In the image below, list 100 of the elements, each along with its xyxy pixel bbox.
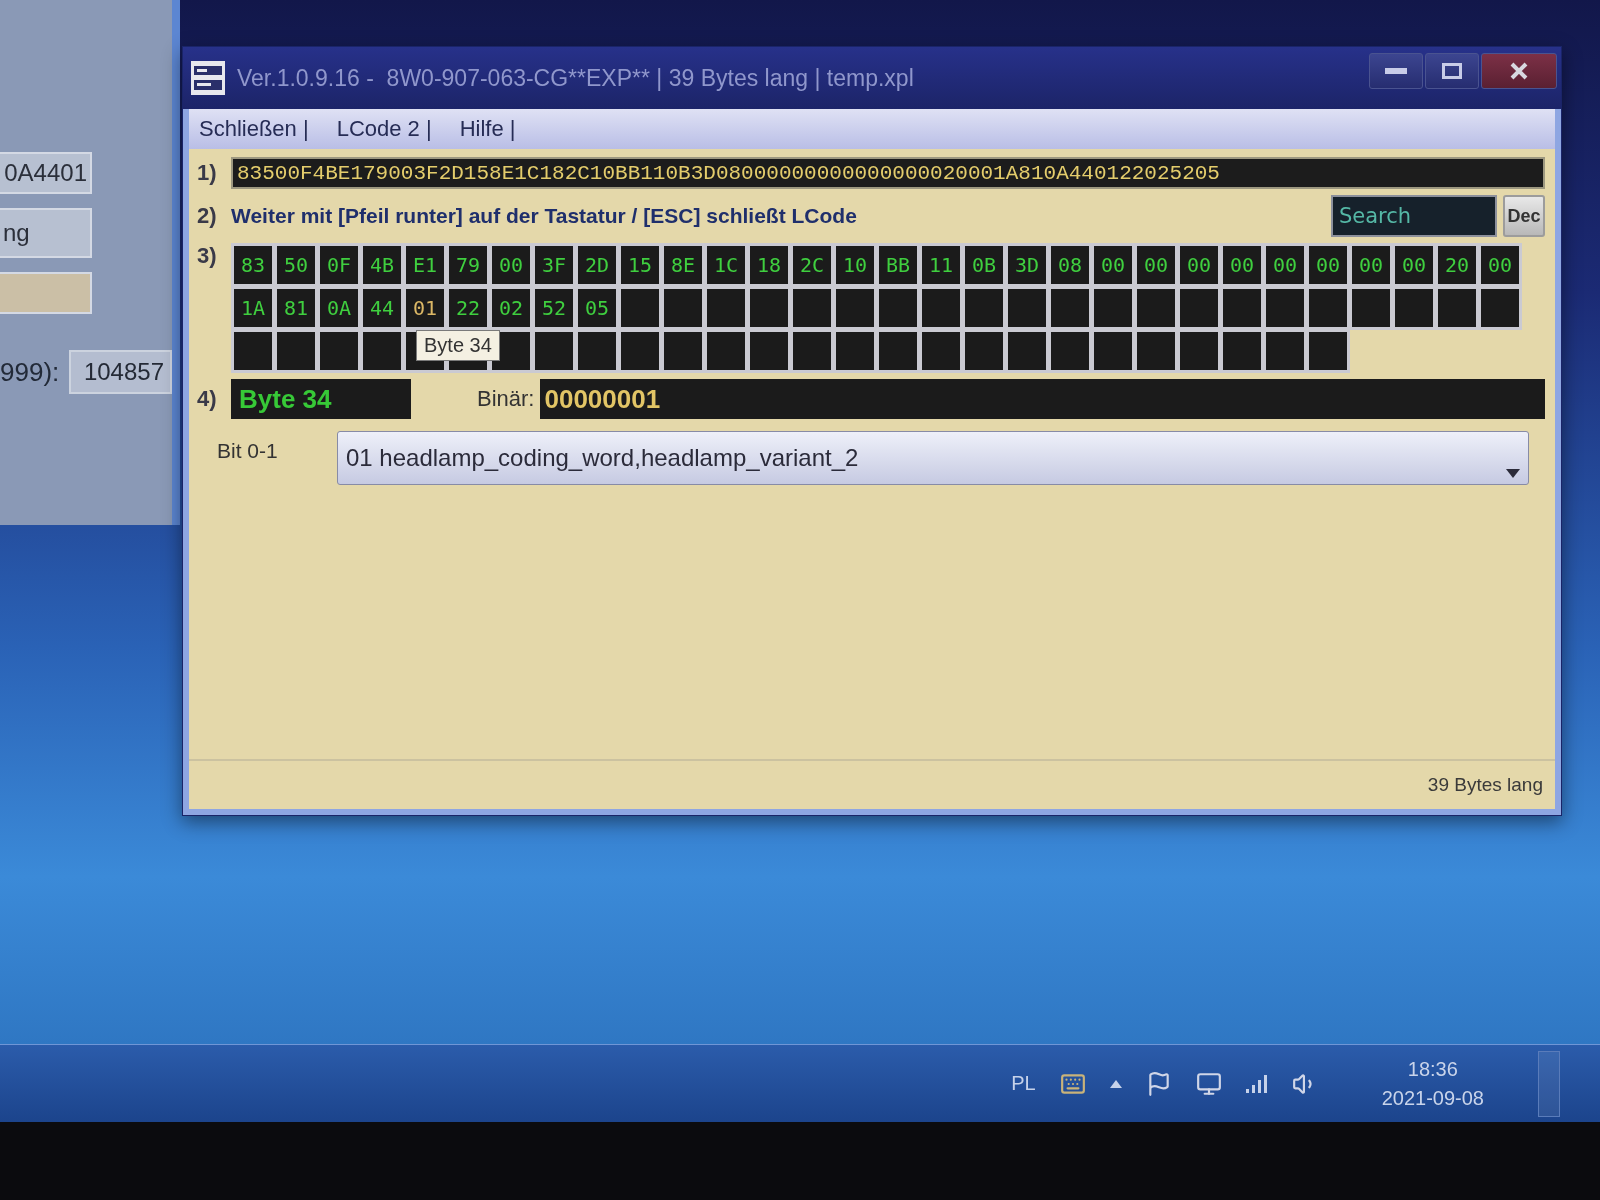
byte-cell[interactable]: 15 — [621, 246, 659, 284]
byte-cell[interactable]: 00 — [492, 246, 530, 284]
text-field[interactable]: ng — [0, 208, 92, 258]
empty-byte-cell[interactable] — [277, 332, 315, 370]
empty-byte-cell[interactable] — [363, 332, 401, 370]
search-field[interactable]: Search — [1331, 195, 1497, 237]
empty-byte-cell[interactable] — [922, 289, 960, 327]
byte-cell[interactable]: 00 — [1180, 246, 1218, 284]
byte-cell[interactable]: 44 — [363, 289, 401, 327]
byte-cell[interactable]: 00 — [1481, 246, 1519, 284]
empty-byte-cell[interactable] — [1223, 332, 1261, 370]
language-indicator[interactable]: PL — [1011, 1072, 1036, 1095]
empty-byte-cell[interactable] — [621, 332, 659, 370]
empty-byte-cell[interactable] — [707, 332, 745, 370]
byte-cell[interactable]: 00 — [1395, 246, 1433, 284]
empty-byte-cell[interactable] — [1137, 332, 1175, 370]
empty-byte-cell[interactable] — [707, 289, 745, 327]
byte-cell[interactable]: 08 — [1051, 246, 1089, 284]
byte-cell[interactable]: 00 — [1266, 246, 1304, 284]
empty-byte-cell[interactable] — [879, 332, 917, 370]
byte-cell[interactable]: 2D — [578, 246, 616, 284]
byte-cell[interactable]: 79 — [449, 246, 487, 284]
maximize-button[interactable] — [1425, 53, 1479, 89]
empty-byte-cell[interactable] — [1051, 332, 1089, 370]
byte-cell[interactable]: 22 — [449, 289, 487, 327]
byte-cell[interactable]: 01 — [406, 289, 444, 327]
empty-byte-cell[interactable] — [664, 289, 702, 327]
empty-byte-cell[interactable] — [922, 332, 960, 370]
empty-byte-cell[interactable] — [1094, 289, 1132, 327]
byte-cell[interactable]: 83 — [234, 246, 272, 284]
byte-cell[interactable]: 00 — [1309, 246, 1347, 284]
empty-byte-cell[interactable] — [836, 289, 874, 327]
empty-byte-cell[interactable] — [1223, 289, 1261, 327]
monitor-icon[interactable] — [1195, 1070, 1222, 1097]
empty-byte-cell[interactable] — [664, 332, 702, 370]
byte-cell[interactable]: E1 — [406, 246, 444, 284]
empty-byte-cell[interactable] — [1481, 289, 1519, 327]
dec-button[interactable]: Dec — [1503, 195, 1545, 237]
byte-cell[interactable]: 8E — [664, 246, 702, 284]
byte-cell[interactable]: 11 — [922, 246, 960, 284]
byte-cell[interactable]: 05 — [578, 289, 616, 327]
empty-byte-cell[interactable] — [1094, 332, 1132, 370]
number-field[interactable]: 104857 — [69, 350, 172, 394]
empty-byte-cell[interactable] — [1008, 289, 1046, 327]
hex-field[interactable]: 83500F4BE179003F2D158E1C182C10BB110B3D08000000000000000020001A810A440122025205 — [231, 157, 1545, 189]
empty-byte-cell[interactable] — [621, 289, 659, 327]
binary-field[interactable]: 00000001 — [540, 379, 1545, 419]
empty-byte-cell[interactable] — [965, 332, 1003, 370]
show-hidden-icons-button[interactable] — [1109, 1079, 1122, 1088]
empty-byte-cell[interactable] — [1395, 289, 1433, 327]
byte-cell[interactable]: 18 — [750, 246, 788, 284]
byte-cell[interactable]: 81 — [277, 289, 315, 327]
byte-cell[interactable]: 00 — [1094, 246, 1132, 284]
empty-byte-cell[interactable] — [1309, 289, 1347, 327]
empty-byte-cell[interactable] — [1266, 289, 1304, 327]
dropdown[interactable]: 01 headlamp_coding_word,headlamp_variant_2 — [337, 431, 1529, 485]
empty-byte-cell[interactable] — [965, 289, 1003, 327]
menu-item[interactable]: Hilfe | — [459, 116, 516, 142]
byte-cell[interactable]: 3D — [1008, 246, 1046, 284]
empty-byte-cell[interactable] — [1438, 289, 1476, 327]
empty-byte-cell[interactable] — [1051, 289, 1089, 327]
empty-byte-cell[interactable] — [879, 289, 917, 327]
empty-byte-cell[interactable] — [1180, 332, 1218, 370]
empty-byte-cell[interactable] — [535, 332, 573, 370]
empty-byte-cell[interactable] — [793, 289, 831, 327]
close-button[interactable] — [1481, 53, 1557, 89]
byte-cell[interactable]: 2C — [793, 246, 831, 284]
byte-cell[interactable]: 02 — [492, 289, 530, 327]
menu-item[interactable]: Schließen | — [199, 116, 309, 142]
byte-cell[interactable]: 00 — [1137, 246, 1175, 284]
byte-cell[interactable]: 0F — [320, 246, 358, 284]
input-field[interactable] — [0, 272, 92, 314]
empty-byte-cell[interactable] — [1266, 332, 1304, 370]
empty-byte-cell[interactable] — [1309, 332, 1347, 370]
byte-cell[interactable]: 1C — [707, 246, 745, 284]
text-field[interactable]: 0A4401 — [0, 152, 92, 194]
byte-cell[interactable]: 4B — [363, 246, 401, 284]
minimize-button[interactable] — [1369, 53, 1423, 89]
byte-cell[interactable]: 20 — [1438, 246, 1476, 284]
byte-cell[interactable]: 0B — [965, 246, 1003, 284]
show-desktop-button[interactable] — [1538, 1050, 1560, 1117]
empty-byte-cell[interactable] — [578, 332, 616, 370]
byte-cell[interactable]: BB — [879, 246, 917, 284]
byte-cell[interactable]: 00 — [1352, 246, 1390, 284]
empty-byte-cell[interactable] — [1180, 289, 1218, 327]
byte-cell[interactable]: 00 — [1223, 246, 1261, 284]
empty-byte-cell[interactable] — [793, 332, 831, 370]
empty-byte-cell[interactable] — [320, 332, 358, 370]
empty-byte-cell[interactable] — [750, 332, 788, 370]
empty-byte-cell[interactable] — [1352, 289, 1390, 327]
menu-item[interactable]: LCode 2 | — [336, 116, 432, 142]
byte-cell[interactable]: 50 — [277, 246, 315, 284]
signal-bars-icon[interactable] — [1245, 1074, 1268, 1093]
byte-cell[interactable]: 52 — [535, 289, 573, 327]
empty-byte-cell[interactable] — [1008, 332, 1046, 370]
empty-byte-cell[interactable] — [750, 289, 788, 327]
byte-cell[interactable]: 10 — [836, 246, 874, 284]
empty-byte-cell[interactable] — [234, 332, 272, 370]
byte-cell[interactable]: 0A — [320, 289, 358, 327]
empty-byte-cell[interactable] — [836, 332, 874, 370]
